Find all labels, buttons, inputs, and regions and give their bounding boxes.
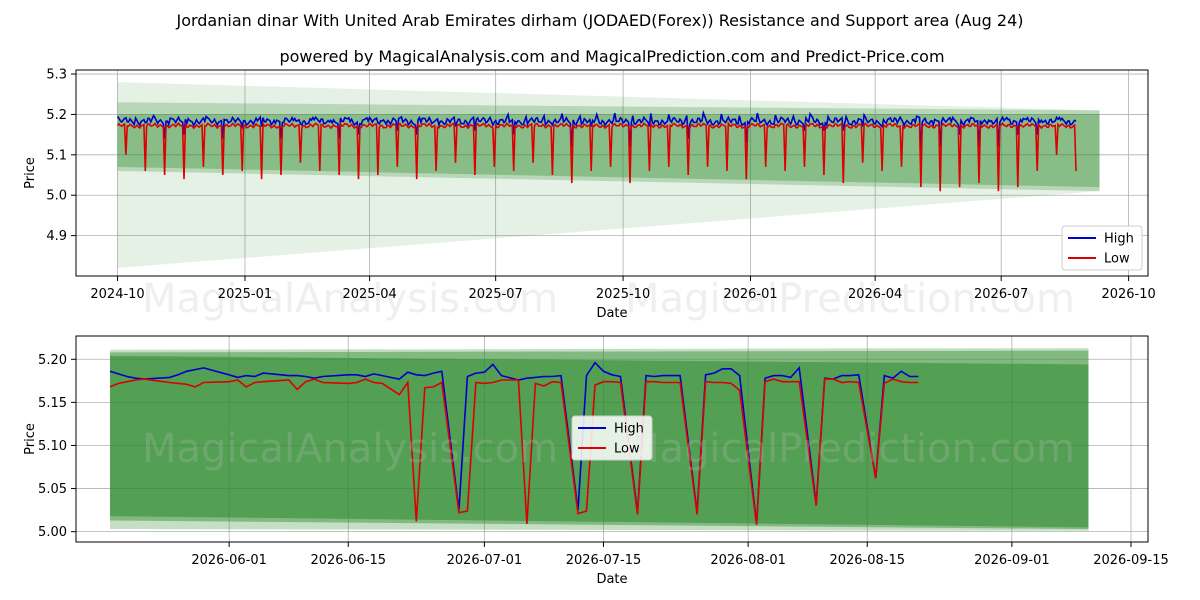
- overview-xtick-label: 2026-07: [974, 287, 1028, 302]
- zoom-ytick-label: 5.05: [38, 482, 67, 497]
- chart-svg: Jordanian dinar With United Arab Emirate…: [23, 11, 1169, 587]
- overview-xtick-label: 2026-04: [848, 287, 902, 302]
- overview-xtick-label: 2025-07: [468, 287, 522, 302]
- overview-legend-label-high: High: [1104, 232, 1134, 247]
- overview-ytick-label: 5.3: [46, 68, 67, 83]
- overview-ytick-label: 5.1: [46, 148, 67, 163]
- overview-xtick-label: 2024-10: [90, 287, 144, 302]
- overview-legend: High Low: [1061, 225, 1143, 271]
- overview-yaxis-label: Price: [23, 157, 38, 189]
- chart-subtitle: powered by MagicalAnalysis.com and Magic…: [279, 47, 944, 66]
- zoom-ytick-label: 5.20: [38, 353, 67, 368]
- zoom-ytick-label: 5.15: [38, 396, 67, 411]
- zoom-legend-label-low: Low: [614, 442, 640, 457]
- overview-xtick-label: 2026-10: [1101, 287, 1155, 302]
- overview-xaxis-label: Date: [596, 306, 627, 321]
- overview-xtick-label: 2025-04: [342, 287, 396, 302]
- zoom-xtick-label: 2026-07-01: [447, 553, 523, 568]
- zoom-ytick-label: 5.00: [38, 525, 67, 540]
- zoom-ytick-label: 5.10: [38, 439, 67, 454]
- zoom-xtick-label: 2026-06-15: [310, 553, 386, 568]
- overview-xtick-label: 2025-01: [218, 287, 272, 302]
- overview-ytick-label: 5.2: [46, 108, 67, 123]
- zoom-xaxis-label: Date: [596, 572, 627, 587]
- zoom-legend-label-high: High: [614, 422, 644, 437]
- overview-bands: [117, 82, 1100, 268]
- zoom-legend: High Low: [571, 415, 653, 461]
- zoom-watermark-2: MagicalPrediction.com: [625, 426, 1075, 472]
- chart-figure: Jordanian dinar With United Arab Emirate…: [0, 0, 1200, 600]
- overview-legend-label-low: Low: [1104, 252, 1130, 267]
- zoom-panel: MagicalAnalysis.com MagicalPrediction.com…: [23, 335, 1169, 587]
- overview-ytick-label: 4.9: [46, 229, 67, 244]
- overview-xtick-label: 2025-10: [596, 287, 650, 302]
- zoom-xtick-label: 2026-06-01: [191, 553, 267, 568]
- zoom-yaxis-label: Price: [23, 423, 38, 455]
- overview-panel: MagicalAnalysis.com MagicalPrediction.com…: [23, 68, 1156, 322]
- chart-title: Jordanian dinar With United Arab Emirate…: [175, 11, 1023, 30]
- overview-xtick-label: 2026-01: [723, 287, 777, 302]
- zoom-xtick-label: 2026-07-15: [566, 553, 642, 568]
- zoom-xtick-label: 2026-09-15: [1093, 553, 1169, 568]
- zoom-xtick-label: 2026-09-01: [974, 553, 1050, 568]
- overview-ytick-label: 5.0: [46, 189, 67, 204]
- zoom-xtick-label: 2026-08-15: [829, 553, 905, 568]
- zoom-watermark-1: MagicalAnalysis.com: [142, 426, 558, 472]
- zoom-xtick-label: 2026-08-01: [710, 553, 786, 568]
